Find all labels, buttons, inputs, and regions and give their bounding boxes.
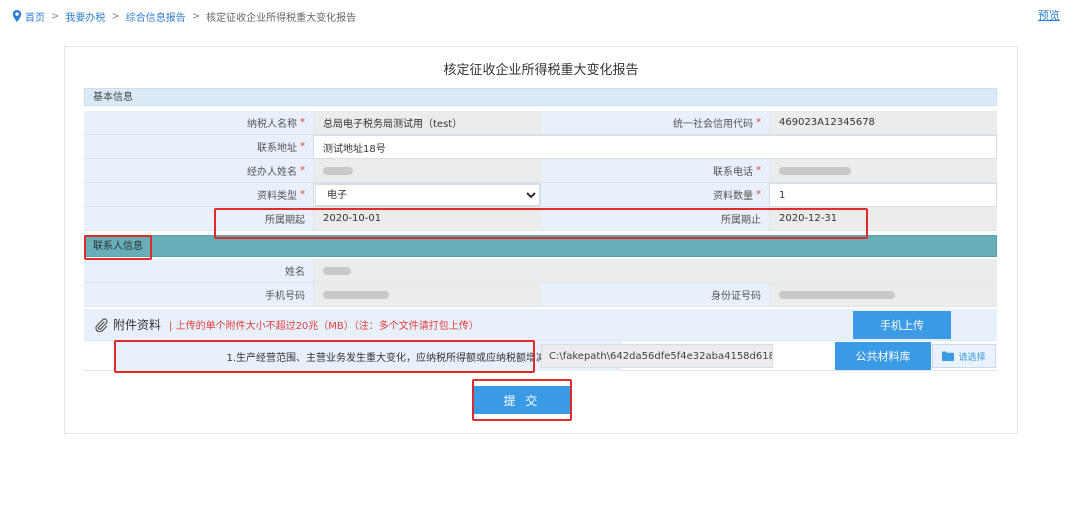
agent-name-label: 经办人姓名 * [84,159,313,183]
redacted-value [779,166,851,175]
id-number-field [769,283,997,307]
mobile-upload-button[interactable]: 手机上传 [853,311,951,339]
id-number-label: 身份证号码 [541,283,769,307]
choose-file-label: 请选择 [958,352,986,363]
mobile-label: 手机号码 [84,283,313,307]
taxpayer-name-field: 总局电子税务局测试用（test） [313,111,541,135]
period-start-label: 所属期起 [84,207,313,231]
section-basic-info: 基本信息 [84,88,997,106]
taxpayer-name-label: 纳税人名称 * [84,111,313,135]
paperclip-icon [95,317,108,332]
section-contact-info: 联系人信息 [84,235,997,257]
material-type-cell: 电子 [313,183,541,207]
mobile-field [313,283,541,307]
credit-code-label: 统一社会信用代码 * [541,111,769,135]
phone-field [769,159,997,183]
contact-name-label: 姓名 [84,259,313,283]
attachments-title: 附件资料 [113,318,162,332]
material-type-label: 资料类型 * [84,183,313,207]
period-end-field: 2020-12-31 [769,207,997,231]
breadcrumb-separator: > [191,10,201,22]
material-count-label: 资料数量 * [541,183,769,207]
period-start-field: 2020-10-01 [313,207,541,231]
credit-code-field: 469023A12345678 [769,111,997,135]
address-input[interactable]: 测试地址18号 [313,135,997,159]
breadcrumb-separator: > [51,10,60,22]
page-title: 核定征收企业所得税重大变化报告 [443,63,639,78]
breadcrumb-tax-link[interactable]: 我要办税 [65,9,105,24]
material-type-select[interactable]: 电子 [315,184,540,206]
choose-file-button[interactable]: 请选择 [932,344,996,368]
folder-icon [942,351,955,361]
breadcrumb: 首页 > 我要办税 > 综合信息报告 > 核定征收企业所得税重大变化报告 [12,8,356,24]
agent-name-field [313,159,541,183]
phone-label: 联系电话 * [541,159,769,183]
breadcrumb-home-link[interactable]: 首页 [25,9,45,24]
attachments-note: | 上传的单个附件大小不超过20兆（MB）（注：多个文件请打包上传） [169,321,479,332]
breadcrumb-report-link[interactable]: 综合信息报告 [126,9,186,24]
period-end-label: 所属期止 [541,207,769,231]
redacted-value [323,166,353,175]
redacted-value [323,290,389,299]
redacted-value [779,290,895,299]
breadcrumb-separator: > [111,10,120,22]
address-label: 联系地址 * [84,135,313,159]
submit-button[interactable]: 提 交 [474,386,570,414]
location-pin-icon [12,10,22,22]
public-library-button[interactable]: 公共材料库 [835,342,931,370]
material-count-input[interactable]: 1 [769,183,997,207]
breadcrumb-current: 核定征收企业所得税重大变化报告 [206,12,357,24]
file-path-input[interactable]: C:\fakepath\642da56dfe5f4e32aba4158d618f… [541,344,773,368]
redacted-value [323,266,351,275]
preview-link[interactable]: 预览 [1038,7,1060,23]
contact-name-field [313,259,997,283]
